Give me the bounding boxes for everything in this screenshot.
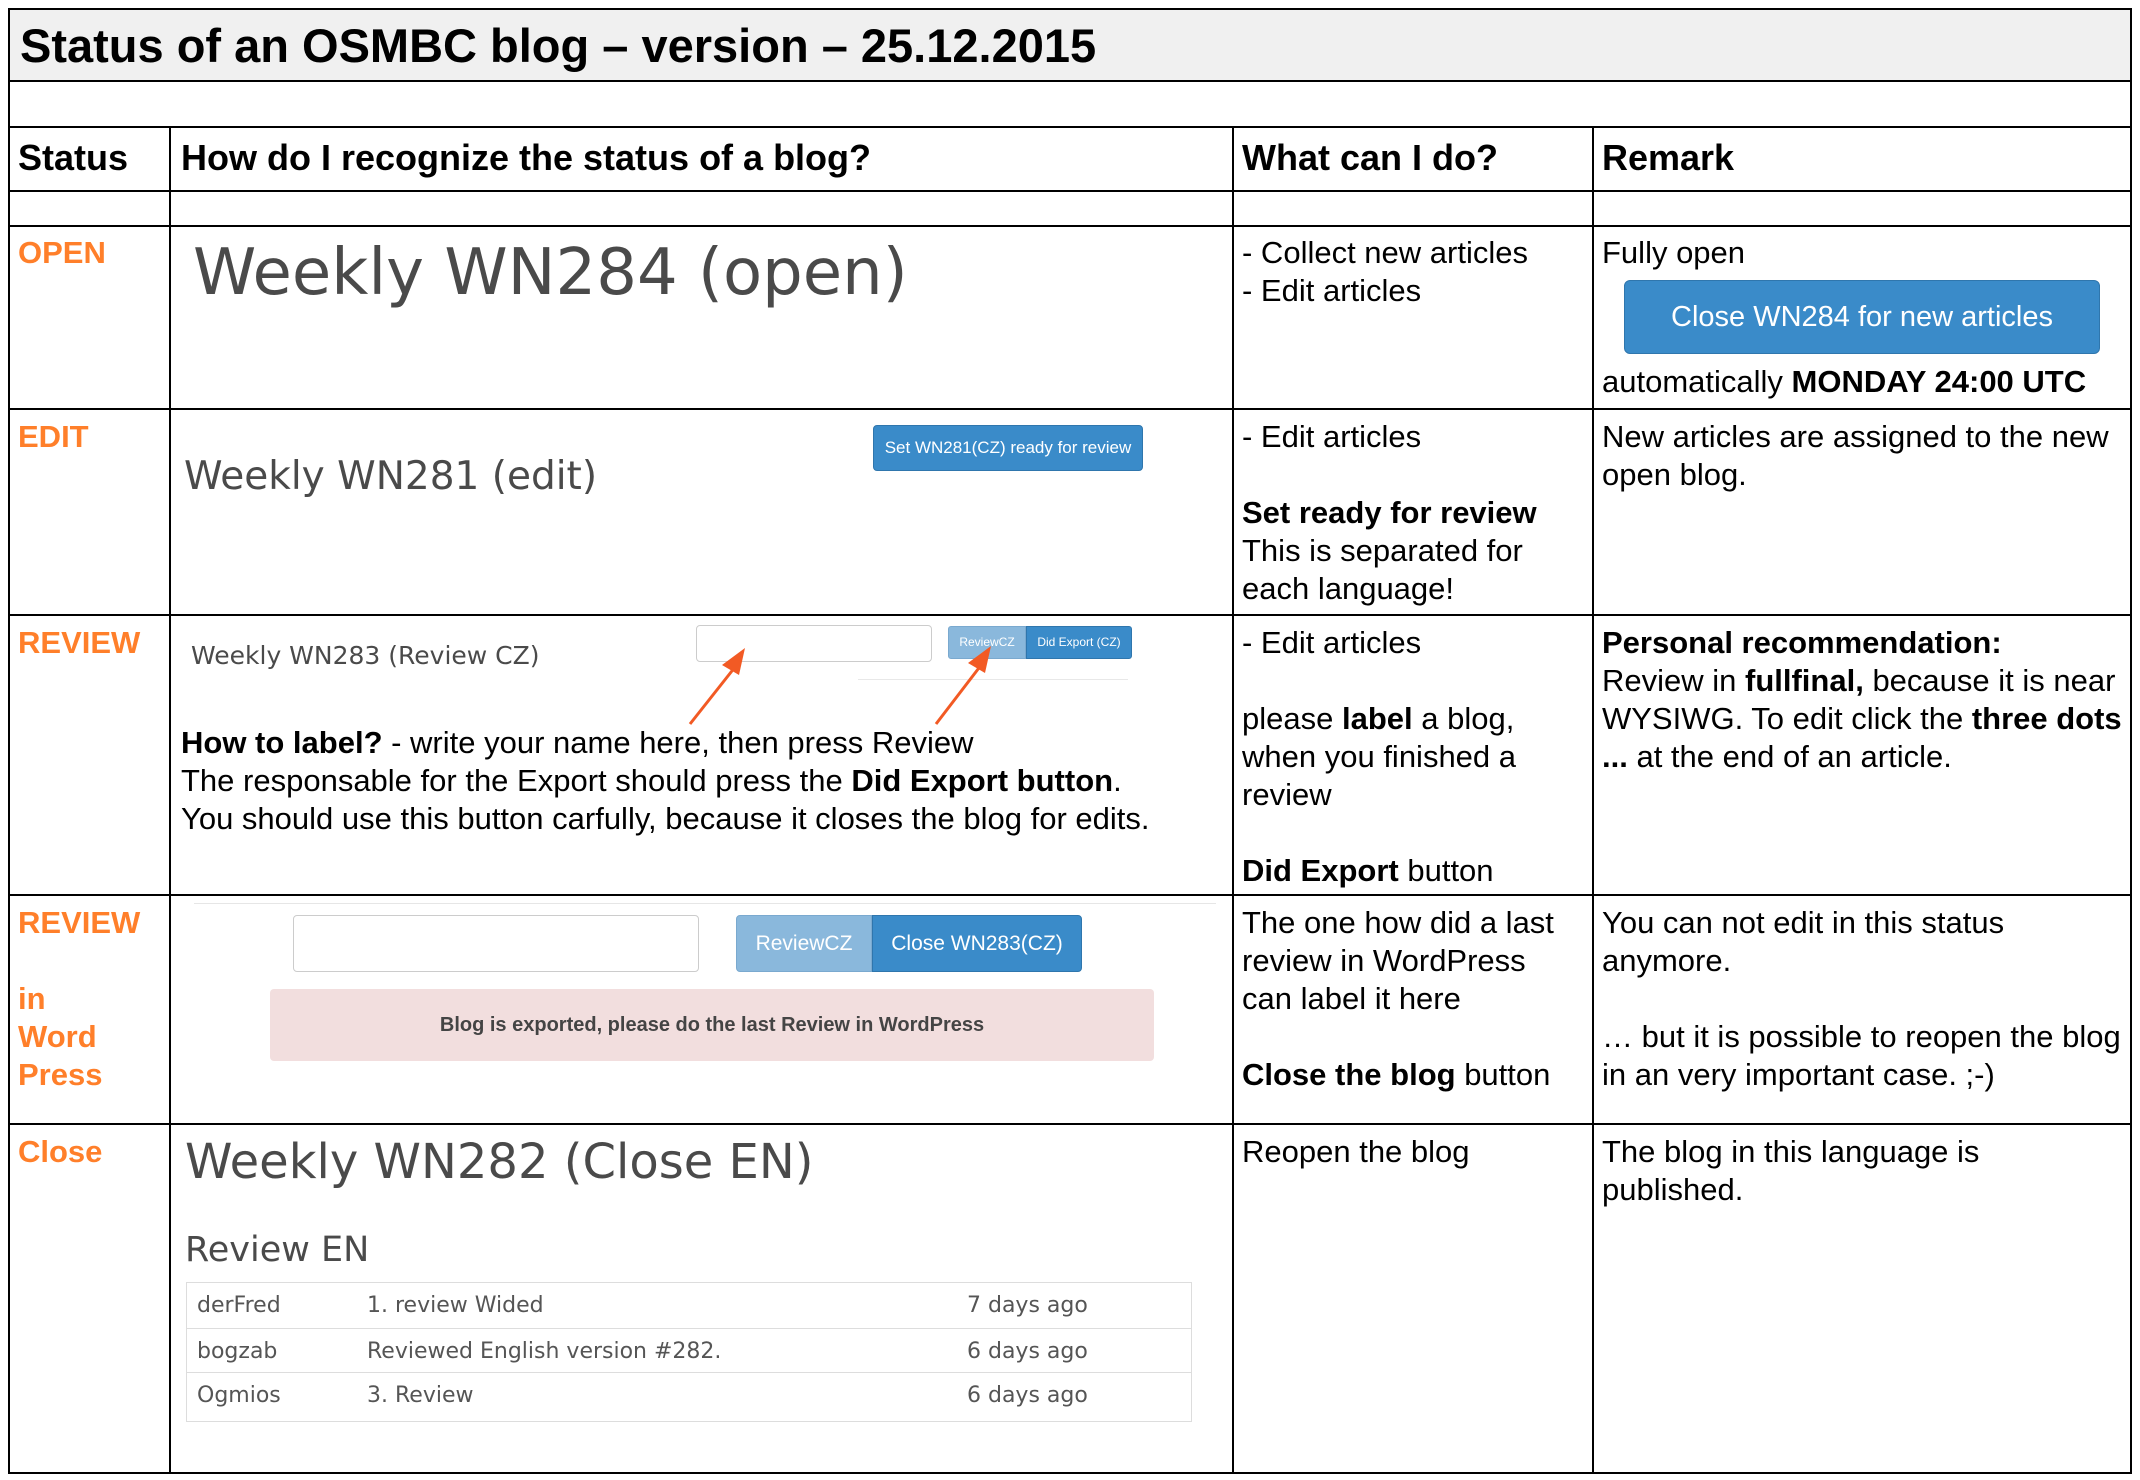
action-bold-text: Did Export <box>1242 853 1399 888</box>
wordpress-remark: You can not edit in this status anymore.… <box>1602 904 2122 1094</box>
remark-bold-text: Personal recommendation: <box>1602 625 2002 660</box>
status-review-wordpress: REVIEW in Word Press <box>18 904 140 1094</box>
action-text: button <box>1398 853 1494 888</box>
wordpress-actions: The one how did a last review in WordPre… <box>1242 904 1582 1094</box>
action-item: - Edit articles <box>1242 625 1422 660</box>
review-user: bogzab <box>197 1339 278 1364</box>
review-time: 6 days ago <box>967 1383 1088 1408</box>
remark-text: You can not edit in this status anymore. <box>1602 905 2005 978</box>
instruction-bold-text: Did Export button <box>851 763 1114 798</box>
action-text: The one how did a last review in WordPre… <box>1242 905 1554 1016</box>
status-line: Word <box>18 1019 97 1054</box>
instruction-bold-text: How to label? <box>181 725 383 760</box>
arrow-head <box>722 648 745 675</box>
table-row: Ogmios 3. Review 6 days ago <box>187 1372 1191 1416</box>
table-row: derFred 1. review Wided 7 days ago <box>187 1283 1191 1326</box>
action-text: button <box>1455 1057 1551 1092</box>
review-user: derFred <box>197 1293 281 1318</box>
remark-text: at the end of an article. <box>1627 739 1952 774</box>
status-close: Close <box>18 1134 103 1169</box>
reviewer-name-input[interactable] <box>293 915 699 972</box>
reviews-table: derFred 1. review Wided 7 days ago bogza… <box>186 1282 1192 1422</box>
status-line <box>18 942 140 980</box>
table-row: bogzab Reviewed English version #282. 6 … <box>187 1328 1191 1372</box>
arrow-to-review-button <box>934 659 987 725</box>
close-actions: Reopen the blog <box>1242 1134 1470 1169</box>
divider <box>194 903 1216 904</box>
arrow-head <box>968 646 991 673</box>
status-document: Status of an OSMBC blog – version – 25.1… <box>8 8 2132 1474</box>
remark-text: Review in <box>1602 663 1745 698</box>
status-line: REVIEW <box>18 905 141 940</box>
review-comment: 3. Review <box>367 1383 474 1408</box>
remark-text: … but it is possible to reopen the blog … <box>1602 1019 2121 1092</box>
review-comment: 1. review Wided <box>367 1293 544 1318</box>
arrow-to-input <box>688 661 741 725</box>
review-remark: Personal recommendation: Review in fullf… <box>1602 624 2122 776</box>
status-line: Press <box>18 1057 103 1092</box>
export-alert: Blog is exported, please do the last Rev… <box>270 989 1154 1061</box>
review-user: Ogmios <box>197 1383 281 1408</box>
status-line: in <box>18 981 46 1016</box>
action-bold-text: label <box>1341 701 1413 736</box>
review-time: 7 days ago <box>967 1293 1088 1318</box>
blog-heading-close: Weekly WN282 (Close EN) <box>185 1134 814 1190</box>
action-text: please <box>1242 701 1342 736</box>
instruction-text: You should use this button carfully, bec… <box>181 801 1150 836</box>
close-remark: The blog in this language is published. <box>1602 1134 1980 1207</box>
instruction-text: . <box>1113 763 1122 798</box>
action-bold-text: Close the blog <box>1242 1057 1456 1092</box>
remark-bold-text: fullfinal, <box>1745 663 1864 698</box>
review-time: 6 days ago <box>967 1339 1088 1364</box>
close-blog-button[interactable]: Close WN283(CZ) <box>872 915 1082 972</box>
review-comment: Reviewed English version #282. <box>367 1339 722 1364</box>
instruction-text: - write your name here, then press Revie… <box>382 725 974 760</box>
review-button[interactable]: ReviewCZ <box>736 915 872 972</box>
review-instructions: How to label? - write your name here, th… <box>181 724 1149 838</box>
review-actions: - Edit articles please label a blog, whe… <box>1242 624 1562 890</box>
reviews-heading: Review EN <box>185 1230 370 1270</box>
instruction-text: The responsable for the Export should pr… <box>181 763 852 798</box>
